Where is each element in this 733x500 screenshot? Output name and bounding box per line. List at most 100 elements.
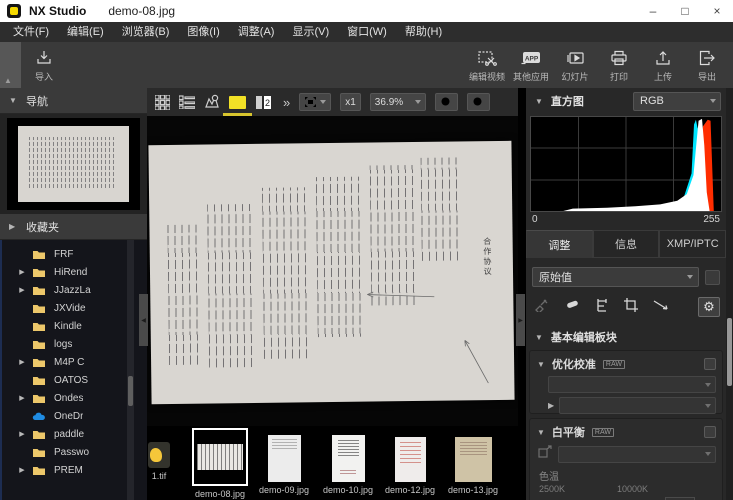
upload-button[interactable]: 上传 bbox=[643, 42, 683, 88]
more-tools-chevrons[interactable]: » bbox=[281, 95, 290, 110]
chevron-down-icon: ▼ bbox=[9, 96, 17, 105]
menu-file[interactable]: 文件(F) bbox=[4, 22, 58, 42]
folder-item-prem[interactable]: ▶PREM bbox=[2, 461, 147, 479]
expander-icon[interactable]: ▶ bbox=[15, 466, 29, 474]
folder-item-logs[interactable]: logs bbox=[2, 335, 147, 353]
white-balance-checkbox[interactable] bbox=[704, 426, 716, 438]
tab-xmp-iptc[interactable]: XMP/IPTC bbox=[659, 230, 726, 258]
crop-icon[interactable] bbox=[624, 298, 638, 317]
apps-icon: APP bbox=[520, 48, 542, 68]
compare-view-icon[interactable]: 2 bbox=[255, 93, 272, 111]
tab-info[interactable]: 信息 bbox=[593, 230, 660, 258]
histogram-channel-select[interactable]: RGB bbox=[633, 92, 721, 111]
raw-badge: RAW bbox=[603, 360, 625, 369]
eraser-icon[interactable] bbox=[564, 298, 580, 316]
filmstrip: 1.tif demo-08.jpg demo-09.jpg demo-10.jp… bbox=[147, 426, 518, 500]
menu-browser[interactable]: 浏览器(B) bbox=[113, 22, 179, 42]
straighten-icon[interactable] bbox=[653, 298, 669, 316]
filmstrip-item-demo-12[interactable]: demo-12.jpg bbox=[381, 437, 439, 495]
right-panel-scrollbar[interactable] bbox=[726, 88, 733, 500]
image-view-button-active[interactable] bbox=[229, 96, 246, 109]
folder-icon bbox=[32, 446, 47, 458]
folder-item-paddle[interactable]: ▶paddle bbox=[2, 425, 147, 443]
chevron-down-icon: ▼ bbox=[535, 97, 543, 106]
picture-control-sub-select[interactable] bbox=[559, 397, 716, 414]
expander-icon[interactable]: ▶ bbox=[15, 286, 29, 294]
retouch-brush-icon[interactable] bbox=[534, 298, 549, 317]
menu-image[interactable]: 图像(I) bbox=[178, 22, 228, 42]
menu-window[interactable]: 窗口(W) bbox=[338, 22, 396, 42]
white-balance-select[interactable] bbox=[558, 446, 716, 463]
folder-scrollbar[interactable] bbox=[127, 240, 134, 500]
folder-item-frf[interactable]: FRF bbox=[2, 245, 147, 263]
menu-edit[interactable]: 编辑(E) bbox=[58, 22, 113, 42]
filmstrip-item-demo-09[interactable]: demo-09.jpg bbox=[255, 435, 313, 495]
export-button[interactable]: 导出 bbox=[687, 42, 727, 88]
fit-to-screen-button[interactable] bbox=[299, 93, 331, 111]
filmstrip-item-demo-08-selected[interactable]: demo-08.jpg bbox=[191, 428, 249, 499]
histogram-chart bbox=[530, 116, 722, 212]
folder-item-m4p[interactable]: ▶M4P C bbox=[2, 353, 147, 371]
minimize-button[interactable]: – bbox=[637, 0, 669, 22]
filmstrip-item-demo-13[interactable]: demo-13.jpg bbox=[441, 437, 505, 495]
histogram-header[interactable]: ▼ 直方图 RGB bbox=[526, 88, 726, 114]
gray-point-sampler-icon[interactable] bbox=[538, 445, 552, 463]
zoom-out-button[interactable] bbox=[435, 93, 458, 111]
edit-video-button[interactable]: 编辑视频 bbox=[467, 42, 507, 88]
picture-control-select[interactable] bbox=[548, 376, 716, 393]
zoom-level-select[interactable]: 36.9% bbox=[370, 93, 426, 111]
print-button[interactable]: 打印 bbox=[599, 42, 639, 88]
actual-size-button[interactable]: x1 bbox=[340, 93, 361, 111]
gear-icon[interactable]: ⚙ bbox=[698, 297, 720, 317]
slideshow-button[interactable]: 幻灯片 bbox=[555, 42, 595, 88]
tab-adjustments[interactable]: 调整 bbox=[526, 230, 593, 258]
navigation-preview[interactable] bbox=[0, 114, 147, 214]
expander-icon[interactable]: ▶ bbox=[15, 394, 29, 402]
folder-icon bbox=[32, 302, 47, 314]
filmstrip-item-tif[interactable]: 1.tif bbox=[147, 442, 179, 481]
preset-select[interactable]: 原始值 bbox=[532, 267, 699, 287]
folder-item-onedrive[interactable]: OneDr bbox=[2, 407, 147, 425]
expander-icon[interactable]: ▶ bbox=[15, 268, 29, 276]
folder-icon bbox=[32, 266, 47, 278]
navigation-header[interactable]: ▼ 导航 bbox=[0, 88, 147, 114]
chevron-down-icon[interactable]: ▼ bbox=[537, 360, 545, 369]
menu-help[interactable]: 帮助(H) bbox=[396, 22, 451, 42]
folder-item-kindle[interactable]: Kindle bbox=[2, 317, 147, 335]
title-bar: NX Studio demo-08.jpg – □ × bbox=[0, 0, 733, 22]
menu-view[interactable]: 显示(V) bbox=[283, 22, 338, 42]
import-button[interactable]: 导入 bbox=[24, 42, 64, 88]
maximize-button[interactable]: □ bbox=[669, 0, 701, 22]
expander-icon[interactable]: ▶ bbox=[15, 358, 29, 366]
menu-adjust[interactable]: 调整(A) bbox=[229, 22, 284, 42]
histogram-scale: 0 255 bbox=[532, 214, 720, 228]
zoom-in-button[interactable] bbox=[467, 93, 490, 111]
grid-view-icon[interactable] bbox=[155, 93, 170, 111]
expander-icon[interactable]: ▶ bbox=[15, 430, 29, 438]
levels-tree-icon[interactable] bbox=[595, 298, 609, 317]
other-apps-button[interactable]: APP 其他应用 bbox=[511, 42, 551, 88]
left-splitter-handle[interactable]: ◀ bbox=[139, 294, 148, 346]
filmstrip-item-demo-10[interactable]: demo-10.jpg bbox=[319, 435, 377, 495]
folder-item-oatos[interactable]: OATOS bbox=[2, 371, 147, 389]
image-canvas[interactable]: 合作协议 bbox=[147, 116, 518, 426]
folder-item-jxvide[interactable]: JXVide bbox=[2, 299, 147, 317]
folder-item-jjazzla[interactable]: ▶JJazzLa bbox=[2, 281, 147, 299]
folder-item-hirend[interactable]: ▶HiRend bbox=[2, 263, 147, 281]
basic-edit-section-header[interactable]: ▼ 基本编辑板块 bbox=[526, 326, 726, 348]
preset-save-button[interactable] bbox=[705, 270, 720, 285]
favorites-header[interactable]: ▶ 收藏夹 bbox=[0, 214, 147, 240]
raw-badge: RAW bbox=[592, 428, 614, 437]
folder-item-passw[interactable]: Passwo bbox=[2, 443, 147, 461]
map-view-icon[interactable] bbox=[204, 93, 220, 111]
list-view-icon[interactable] bbox=[179, 93, 195, 111]
thumbnail bbox=[268, 435, 301, 482]
chevron-down-icon[interactable]: ▼ bbox=[537, 428, 545, 437]
toolbar-collapse-strip[interactable]: ▲ bbox=[0, 42, 21, 88]
chevron-right-icon[interactable]: ▶ bbox=[548, 401, 554, 410]
picture-control-checkbox[interactable] bbox=[704, 358, 716, 370]
folder-item-ondes[interactable]: ▶Ondes bbox=[2, 389, 147, 407]
right-splitter-handle[interactable]: ▶ bbox=[516, 294, 525, 346]
upload-icon bbox=[654, 48, 672, 68]
close-button[interactable]: × bbox=[701, 0, 733, 22]
